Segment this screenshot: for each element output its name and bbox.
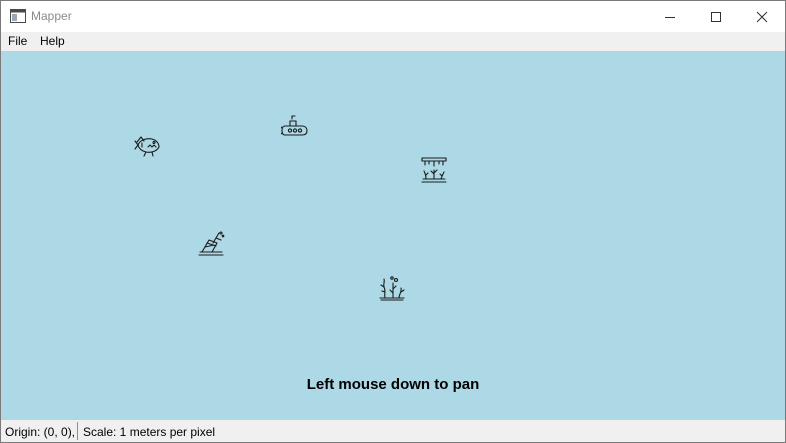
mapper-window: Mapper File Help Left mouse down to pan … — [0, 0, 786, 443]
status-separator — [77, 422, 78, 440]
window-title: Mapper — [31, 9, 72, 23]
coral-reef-icon — [421, 157, 447, 183]
status-origin: Origin: (0, 0), — [5, 425, 76, 439]
coral-reef-marker[interactable] — [420, 155, 448, 183]
minimize-icon — [665, 16, 675, 18]
shipwreck-marker[interactable] — [197, 230, 225, 258]
seaweed-marker[interactable] — [378, 273, 406, 301]
submarine-icon — [280, 115, 308, 136]
minimize-button[interactable] — [647, 1, 693, 32]
title-bar[interactable]: Mapper — [1, 1, 785, 32]
app-icon — [10, 9, 26, 23]
maximize-icon — [711, 11, 721, 22]
maximize-button[interactable] — [693, 1, 739, 32]
menu-help[interactable]: Help — [40, 34, 65, 48]
shipwreck-icon — [198, 231, 225, 256]
map-canvas[interactable]: Left mouse down to pan — [1, 51, 785, 420]
shark-icon — [134, 136, 160, 157]
seaweed-icon — [379, 276, 405, 301]
close-button[interactable] — [739, 1, 785, 32]
pan-hint: Left mouse down to pan — [306, 376, 480, 393]
menu-bar: File Help — [1, 32, 785, 51]
status-bar: Origin: (0, 0), Scale: 1 meters per pixe… — [1, 420, 785, 442]
menu-file[interactable]: File — [8, 34, 27, 48]
close-icon — [756, 11, 768, 22]
submarine-marker[interactable] — [280, 113, 309, 141]
status-scale: Scale: 1 meters per pixel — [83, 425, 216, 439]
shark-marker[interactable] — [134, 131, 162, 159]
